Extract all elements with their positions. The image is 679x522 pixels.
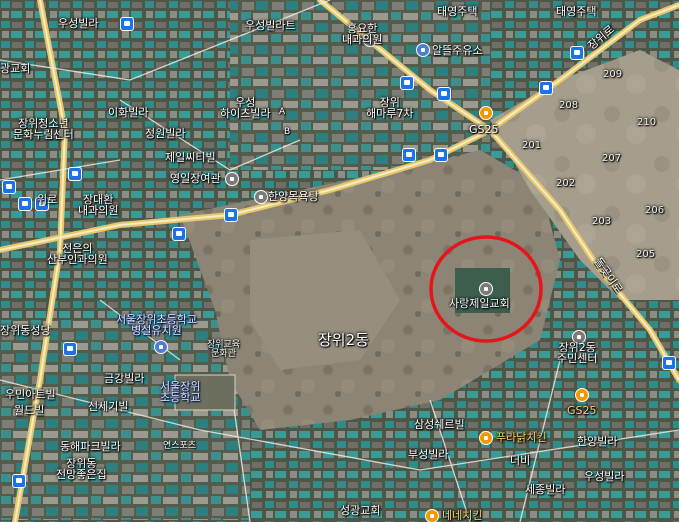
poi-label[interactable]: 전은의 산부인과의원 [47,243,108,265]
poi-label[interactable]: GS25 [469,124,499,135]
poi-label[interactable]: 네네치킨 [442,510,482,521]
restaurant-icon[interactable] [425,509,439,522]
poi-label[interactable]: 한양목욕탕 [268,191,319,202]
poi-label[interactable]: 이화빌라 [108,107,148,118]
school-icon[interactable] [154,340,168,354]
poi-label[interactable]: 태영주택 [556,6,596,17]
building-label: B [284,127,291,137]
poi-label[interactable]: 장위2동 주민센터 [557,342,597,364]
poi-label[interactable]: 장위교육 문화관 [207,341,240,359]
store-icon[interactable] [479,106,493,120]
bus-stop-icon[interactable] [63,342,77,356]
poi-label[interactable]: 우성빌라 [584,471,624,482]
block-number: 201 [522,140,542,151]
poi-label[interactable]: 광교회 [0,63,30,74]
poi-label[interactable]: 정원빌라 [145,128,185,139]
poi-label[interactable]: 서울장위초등학교 병설유치원 [116,314,197,336]
poi-label[interactable]: 연스포츠 [163,442,196,451]
store-icon[interactable] [575,388,589,402]
poi-label[interactable]: 세종빌라 [525,484,565,495]
poi-label[interactable]: 금강빌라 [104,373,144,384]
block-number: 205 [636,249,656,260]
poi-label[interactable]: 더비 [510,455,530,466]
bath-icon[interactable] [254,190,268,204]
restaurant-icon[interactable] [479,431,493,445]
bus-stop-icon[interactable] [120,17,134,31]
bus-stop-icon[interactable] [12,474,26,488]
poi-label[interactable]: 월드빌 [14,405,44,416]
poi-label[interactable]: 알뜰주유소 [432,45,483,56]
poi-label[interactable]: 한양빌라 [577,436,617,447]
hotel-icon[interactable] [225,172,239,186]
poi-label[interactable]: 우성빌라트 [245,20,296,31]
bus-stop-icon[interactable] [570,46,584,60]
area-label: 장위2동 [318,331,369,349]
bus-stop-icon[interactable] [68,167,82,181]
block-number: 209 [603,69,623,80]
poi-label[interactable]: 장위 해마루7차 [366,97,413,119]
poi-label[interactable]: 삼성쉐르빌 [414,419,465,430]
block-number: 210 [637,117,657,128]
bus-stop-icon[interactable] [400,76,414,90]
poi-label[interactable]: 성광교회 [340,505,380,516]
bus-stop-icon[interactable] [437,87,451,101]
poi-label[interactable]: 부성빌라 [408,449,448,460]
poi-label[interactable]: 우성 하이츠빌라 [220,97,271,119]
poi-label[interactable]: 우민아트빌 [5,389,56,400]
highlighted-place-label[interactable]: 사랑제일교회 [449,298,510,309]
bus-stop-icon[interactable] [434,148,448,162]
block-number: 206 [645,205,665,216]
poi-label[interactable]: 우성빌라 [58,18,98,29]
poi-label[interactable]: 영일장여관 [170,173,221,184]
bus-stop-icon[interactable] [224,208,238,222]
block-number: 208 [559,100,579,111]
poi-label[interactable]: 홍요한 내과의원 [342,23,382,45]
block-number: 207 [602,153,622,164]
poi-label[interactable]: 장위동 전망좋은집 [56,458,107,480]
poi-label[interactable]: 장위청소년 문화누림센터 [13,118,74,140]
bus-stop-icon[interactable] [539,81,553,95]
bus-stop-icon[interactable] [402,148,416,162]
poi-label[interactable]: 동해파크빌라 [60,441,121,452]
block-number: 203 [592,216,612,227]
poi-label[interactable]: 푸라닭치킨 [496,432,547,443]
poi-label[interactable]: 장대환 내과의원 [78,194,118,216]
bus-stop-icon[interactable] [172,227,186,241]
block-number: 202 [556,178,576,189]
poi-label[interactable]: 태영주택 [437,6,477,17]
church-icon[interactable] [479,282,493,296]
poi-label[interactable]: 서울장위 초등학교 [160,381,200,403]
bus-stop-icon[interactable] [18,197,32,211]
road-label: 위로 [37,193,58,206]
satellite-map[interactable]: 우성빌라 우성빌라트 홍요한 내과의원 태영주택 태영주택 장위로 광교회 알뜰… [0,0,679,522]
poi-label[interactable]: GS25 [567,405,597,416]
poi-label[interactable]: 제일씨티빌 [165,152,216,163]
bus-stop-icon[interactable] [662,356,676,370]
gas-station-icon[interactable] [416,43,430,57]
building-label: A [279,107,286,117]
poi-label[interactable]: 장위동성당 [0,325,51,336]
bus-stop-icon[interactable] [2,180,16,194]
poi-label[interactable]: 신세기빌 [88,401,128,412]
